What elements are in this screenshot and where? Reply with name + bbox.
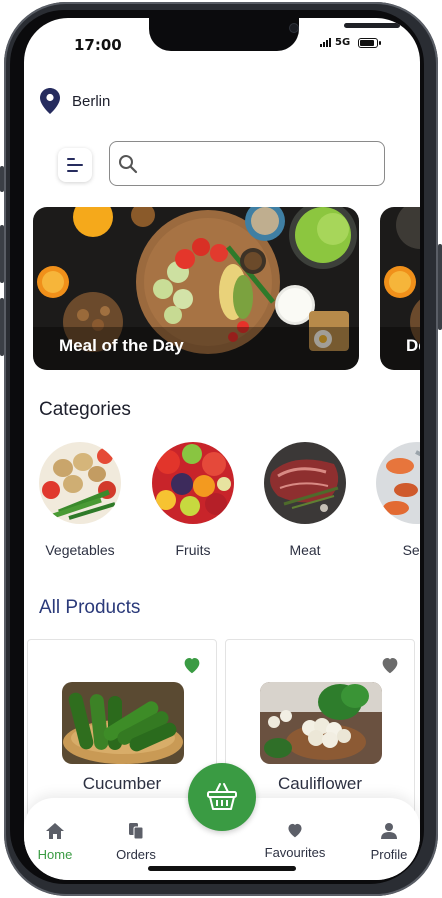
category-label: Meat <box>289 542 321 558</box>
network-label: 5G <box>335 37 351 48</box>
nav-label: Favourites <box>264 845 326 860</box>
nav-favourites[interactable]: Favourites <box>260 822 330 860</box>
search-bar[interactable] <box>109 141 385 186</box>
nav-profile[interactable]: Profile <box>366 822 412 862</box>
cauliflower-image <box>260 682 382 764</box>
volume-down-button <box>0 225 4 283</box>
seafood-image <box>376 442 420 524</box>
category-fruits[interactable]: Fruits <box>148 442 238 558</box>
banner-label: De <box>406 336 420 355</box>
favourite-toggle[interactable] <box>380 656 400 678</box>
basket-icon <box>207 783 237 810</box>
notch <box>149 18 400 51</box>
menu-button[interactable] <box>58 148 92 182</box>
search-icon <box>119 154 138 173</box>
search-input[interactable] <box>144 154 378 173</box>
signal-icon <box>320 38 331 47</box>
mute-switch <box>0 298 4 356</box>
all-products-title: All Products <box>39 597 141 618</box>
meat-image <box>264 442 346 524</box>
location-city: Berlin <box>72 92 111 110</box>
favourite-toggle[interactable] <box>182 656 202 678</box>
heart-icon <box>288 823 302 838</box>
location-pin-icon <box>40 88 60 114</box>
nav-label: Home <box>37 847 73 862</box>
status-time: 17:00 <box>74 36 122 54</box>
battery-icon <box>358 37 382 48</box>
categories-title: Categories <box>39 399 131 420</box>
speaker <box>344 23 400 28</box>
fruits-image <box>152 442 234 524</box>
category-meat[interactable]: Meat <box>260 442 350 558</box>
status-icons: 5G <box>320 37 382 48</box>
vegetables-image <box>39 442 121 524</box>
profile-icon <box>381 823 397 839</box>
cucumber-image <box>62 682 184 764</box>
nav-label: Profile <box>370 847 408 862</box>
volume-up-button <box>0 166 4 192</box>
menu-icon <box>67 158 83 172</box>
banner-second[interactable]: De <box>380 207 420 370</box>
heart-icon <box>382 658 398 674</box>
nav-orders[interactable]: Orders <box>112 822 160 862</box>
power-button <box>438 244 442 330</box>
category-label: Fruits <box>175 542 211 558</box>
nav-home[interactable]: Home <box>34 822 76 862</box>
banner-label: Meal of the Day <box>59 336 184 355</box>
home-indicator <box>148 866 296 871</box>
home-icon <box>46 823 64 839</box>
front-camera <box>289 23 299 33</box>
category-label: Vegetables <box>45 542 115 558</box>
app-screen: 17:00 5G Berlin Meal of the Day D Catego… <box>24 18 420 880</box>
category-vegetables[interactable]: Vegetables <box>35 442 125 558</box>
cart-button[interactable] <box>188 763 256 831</box>
orders-icon <box>129 823 144 840</box>
category-label: Seaf <box>402 542 420 558</box>
banner-meal-of-the-day[interactable]: Meal of the Day <box>33 207 359 370</box>
heart-icon <box>184 658 200 674</box>
location-selector[interactable]: Berlin <box>40 88 110 114</box>
category-seafood[interactable]: Seaf <box>372 442 420 558</box>
nav-label: Orders <box>116 847 156 862</box>
